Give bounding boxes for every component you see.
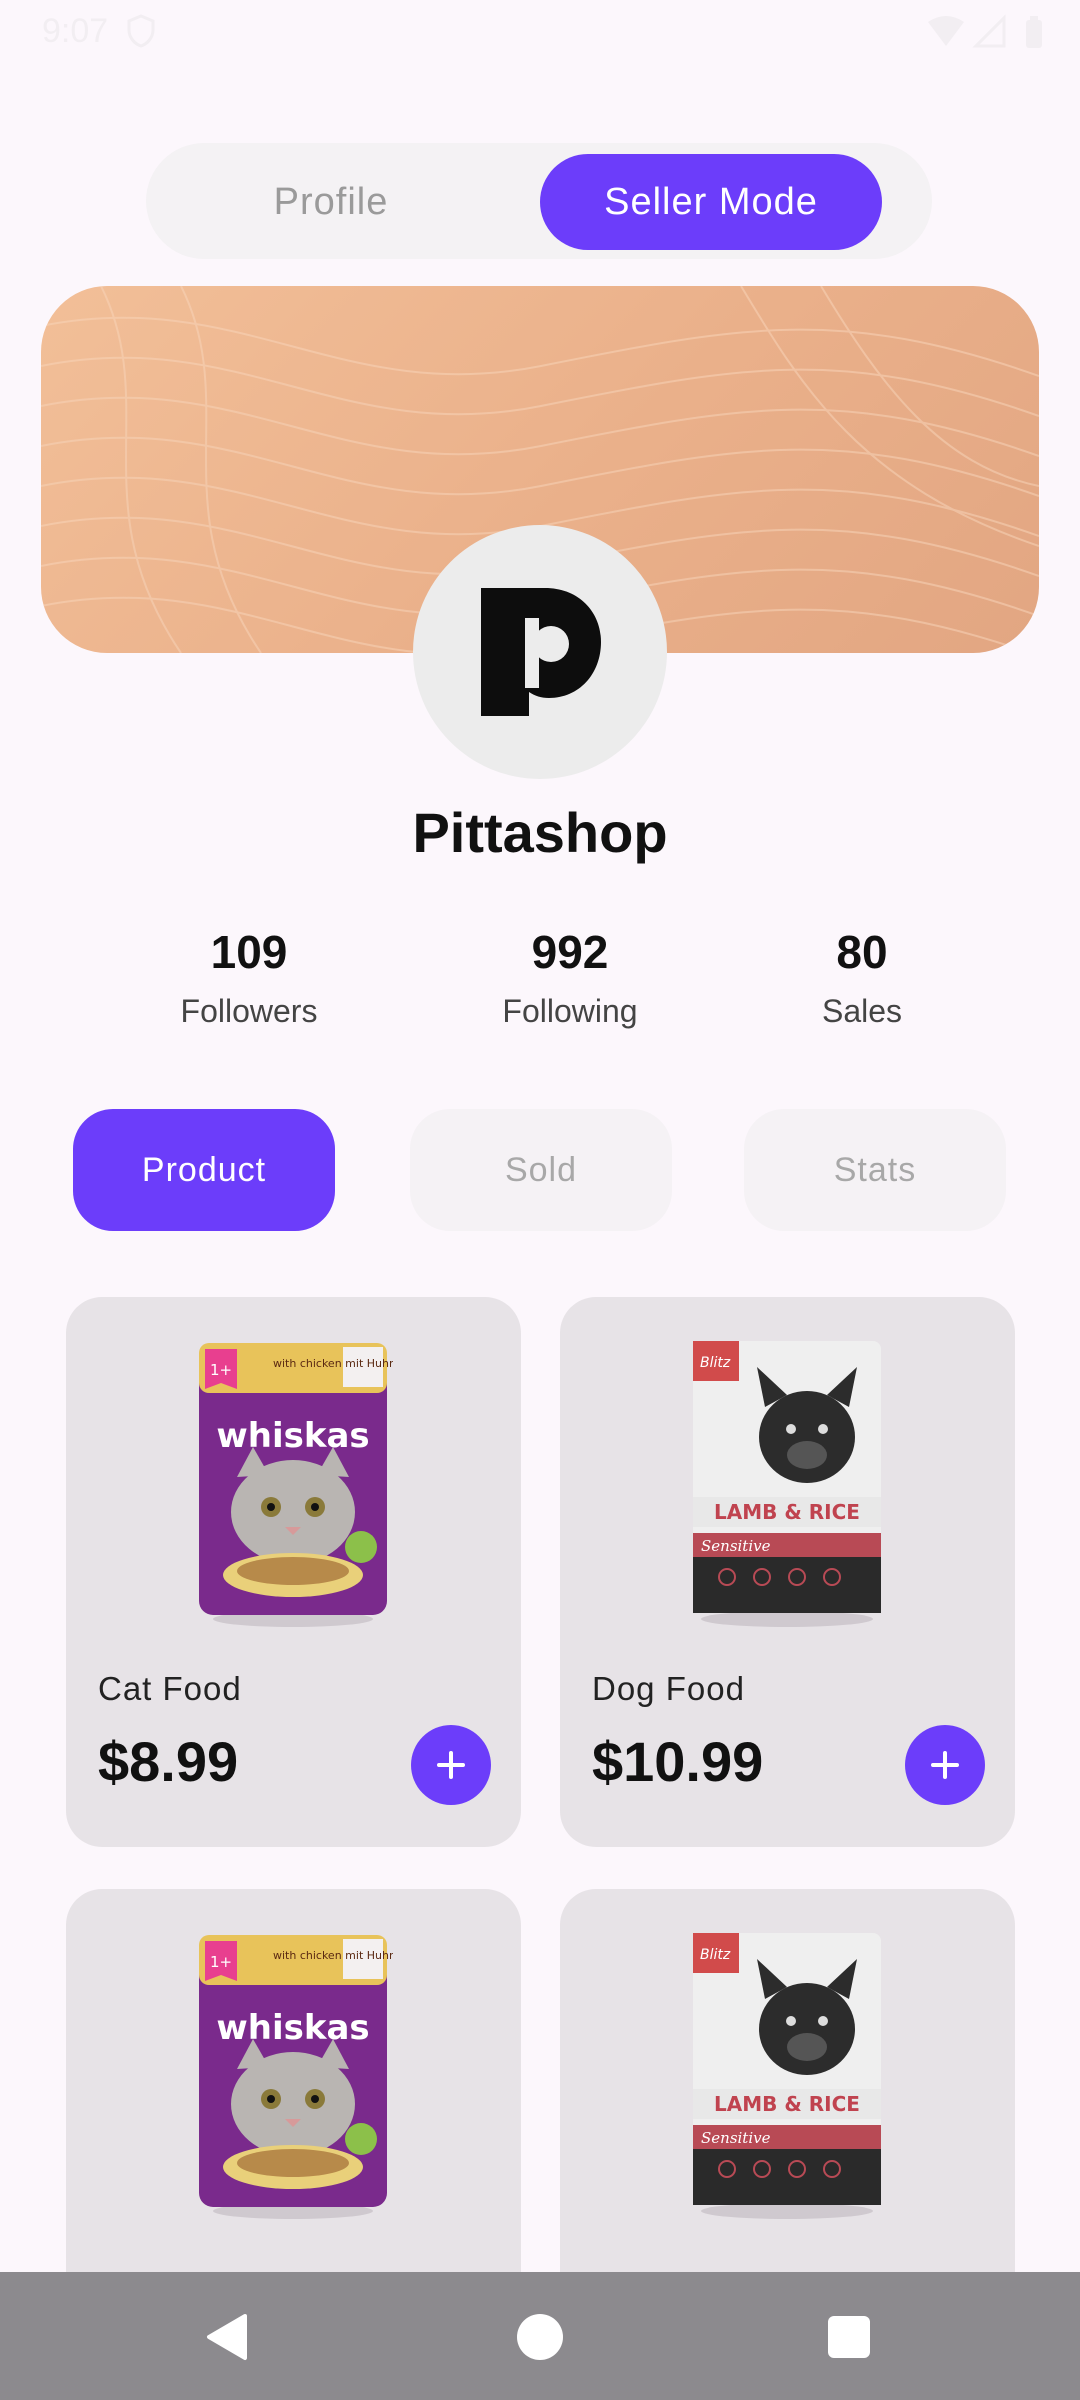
add-to-cart-button[interactable] xyxy=(905,1725,985,1805)
shield-icon xyxy=(127,14,155,48)
svg-text:1+: 1+ xyxy=(210,1361,232,1379)
svg-text:LAMB & RICE: LAMB & RICE xyxy=(714,2092,860,2116)
dog-food-bag-icon: Blitz LAMB & RICE Sensitive xyxy=(693,1933,881,2219)
plus-icon xyxy=(931,1751,959,1779)
svg-text:with chicken mit Huhn: with chicken mit Huhn xyxy=(273,1949,393,1962)
dog-food-bag-icon: Blitz LAMB & RICE Sensitive xyxy=(693,1341,881,1627)
svg-text:Sensitive: Sensitive xyxy=(701,1537,771,1555)
svg-text:1+: 1+ xyxy=(210,1953,232,1971)
followers-count: 109 xyxy=(210,926,288,978)
home-icon[interactable] xyxy=(517,2314,563,2360)
shop-avatar[interactable] xyxy=(413,525,667,779)
tab-stats[interactable]: Stats xyxy=(744,1109,1006,1231)
wifi-icon xyxy=(928,16,964,46)
plus-icon xyxy=(437,1751,465,1779)
svg-text:Sensitive: Sensitive xyxy=(701,2129,771,2147)
following-stat[interactable]: 992 Following xyxy=(440,925,700,1030)
shop-logo-icon xyxy=(481,588,601,716)
svg-text:whiskas: whiskas xyxy=(216,2008,369,2048)
cat-food-pouch-icon: with chicken mit Huhn 1+ whiskas xyxy=(199,1343,393,1627)
following-label: Following xyxy=(502,993,638,1029)
shop-name: Pittashop xyxy=(412,801,668,864)
profile-mode-tab[interactable]: Profile xyxy=(176,154,486,250)
product-card[interactable]: with chicken mit Huhn 1+ whiskas Cat Foo… xyxy=(66,1297,521,1847)
back-icon[interactable] xyxy=(203,2312,251,2362)
status-bar: 9:07 xyxy=(0,0,1080,64)
followers-stat[interactable]: 109 Followers xyxy=(119,925,379,1030)
navigation-bar xyxy=(0,2272,1080,2400)
svg-text:LAMB & RICE: LAMB & RICE xyxy=(714,1500,860,1524)
sales-count: 80 xyxy=(836,926,888,978)
product-price: $8.99 xyxy=(98,1730,239,1793)
followers-label: Followers xyxy=(180,993,318,1029)
product-price: $10.99 xyxy=(592,1730,764,1793)
tab-product[interactable]: Product xyxy=(73,1109,335,1231)
add-to-cart-button[interactable] xyxy=(411,1725,491,1805)
tab-sold[interactable]: Sold xyxy=(410,1109,672,1231)
product-name: Dog Food xyxy=(592,1670,745,1707)
svg-text:Blitz: Blitz xyxy=(700,1355,731,1371)
signal-icon xyxy=(972,14,1006,48)
sales-label: Sales xyxy=(821,993,903,1029)
sales-stat[interactable]: 80 Sales xyxy=(732,925,992,1030)
svg-text:with chicken mit Huhn: with chicken mit Huhn xyxy=(273,1357,393,1370)
seller-mode-tab[interactable]: Seller Mode xyxy=(540,154,882,250)
recents-icon[interactable] xyxy=(828,2316,870,2358)
following-count: 992 xyxy=(531,926,609,978)
battery-icon xyxy=(1026,20,1042,48)
status-icons xyxy=(928,14,1042,48)
product-card[interactable]: Blitz LAMB & RICE Sensitive Dog Food $10… xyxy=(560,1297,1015,1847)
status-time: 9:07 xyxy=(42,12,109,50)
svg-text:Blitz: Blitz xyxy=(700,1947,731,1963)
mode-toggle: Profile Seller Mode xyxy=(146,143,932,259)
svg-text:whiskas: whiskas xyxy=(216,1416,369,1456)
cat-food-pouch-icon: with chicken mit Huhn 1+ whiskas xyxy=(199,1935,393,2219)
product-name: Cat Food xyxy=(98,1670,242,1707)
